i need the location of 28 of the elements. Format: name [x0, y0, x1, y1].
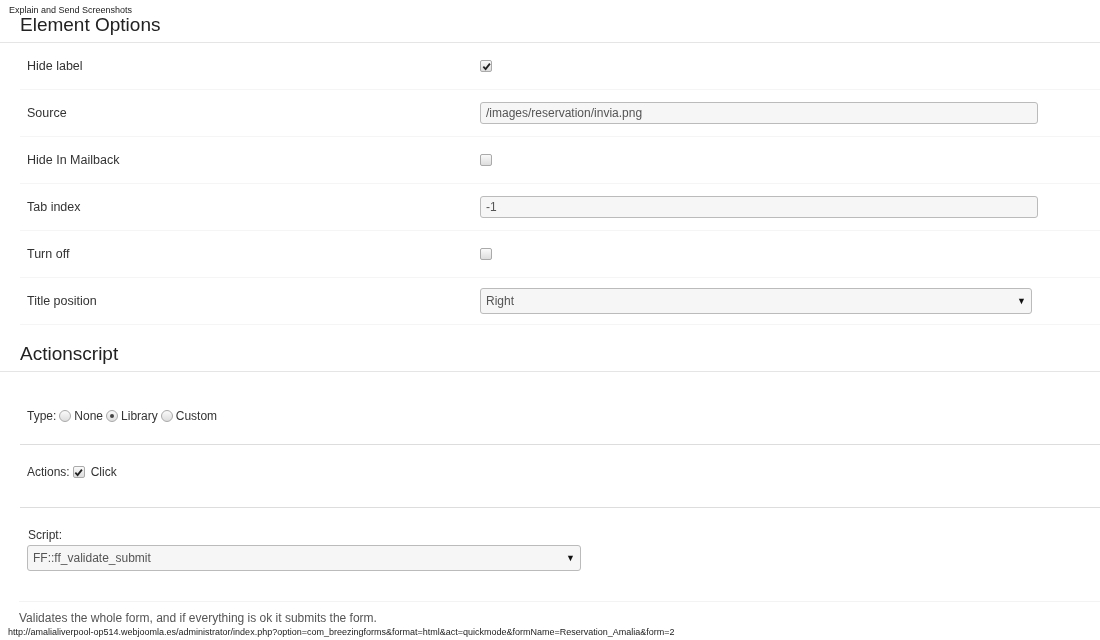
checkbox[interactable]: [480, 154, 492, 166]
checkbox[interactable]: [480, 248, 492, 260]
radio-button[interactable]: [59, 410, 72, 422]
checkbox[interactable]: [480, 60, 492, 72]
radio-label: Custom: [175, 409, 218, 423]
field-label: Source: [26, 106, 68, 120]
radio-label: Library: [121, 409, 158, 423]
checkbox[interactable]: [72, 466, 85, 478]
field-label: Hide label: [26, 59, 84, 73]
script-description: Validates the whole form, and if everything is ok it submits the form.: [19, 601, 1100, 625]
radio-button[interactable]: [160, 410, 173, 422]
status-url: http://amalialiverpool-op514.webjoomla.es/administrator/index.php?option=com_breezingforms&format=html&act=quickmode&formName=Reservation_Amalia&form=2: [8, 627, 676, 637]
screenshot-link[interactable]: Explain and Send Screenshots: [9, 5, 133, 15]
radio-label: None: [74, 409, 104, 423]
field-label: Tab index: [26, 200, 82, 214]
input-field[interactable]: -1: [480, 196, 1038, 218]
field-label: Title position: [26, 294, 98, 308]
checkbox-label: Click: [89, 465, 117, 479]
radio-button[interactable]: [106, 410, 119, 422]
field-label: Actions:: [27, 465, 70, 479]
field-label: Hide In Mailback: [26, 153, 121, 167]
section-title: Actionscript: [0, 325, 1100, 372]
dropdown[interactable]: FF::ff_validate_submit ▼: [27, 545, 581, 571]
input-field[interactable]: /images/reservation/invia.png: [480, 102, 1038, 124]
dropdown[interactable]: Right ▼: [480, 288, 1032, 314]
field-label: Script:: [28, 528, 63, 542]
field-label: Type:: [27, 409, 57, 423]
field-label: Turn off: [26, 247, 71, 261]
